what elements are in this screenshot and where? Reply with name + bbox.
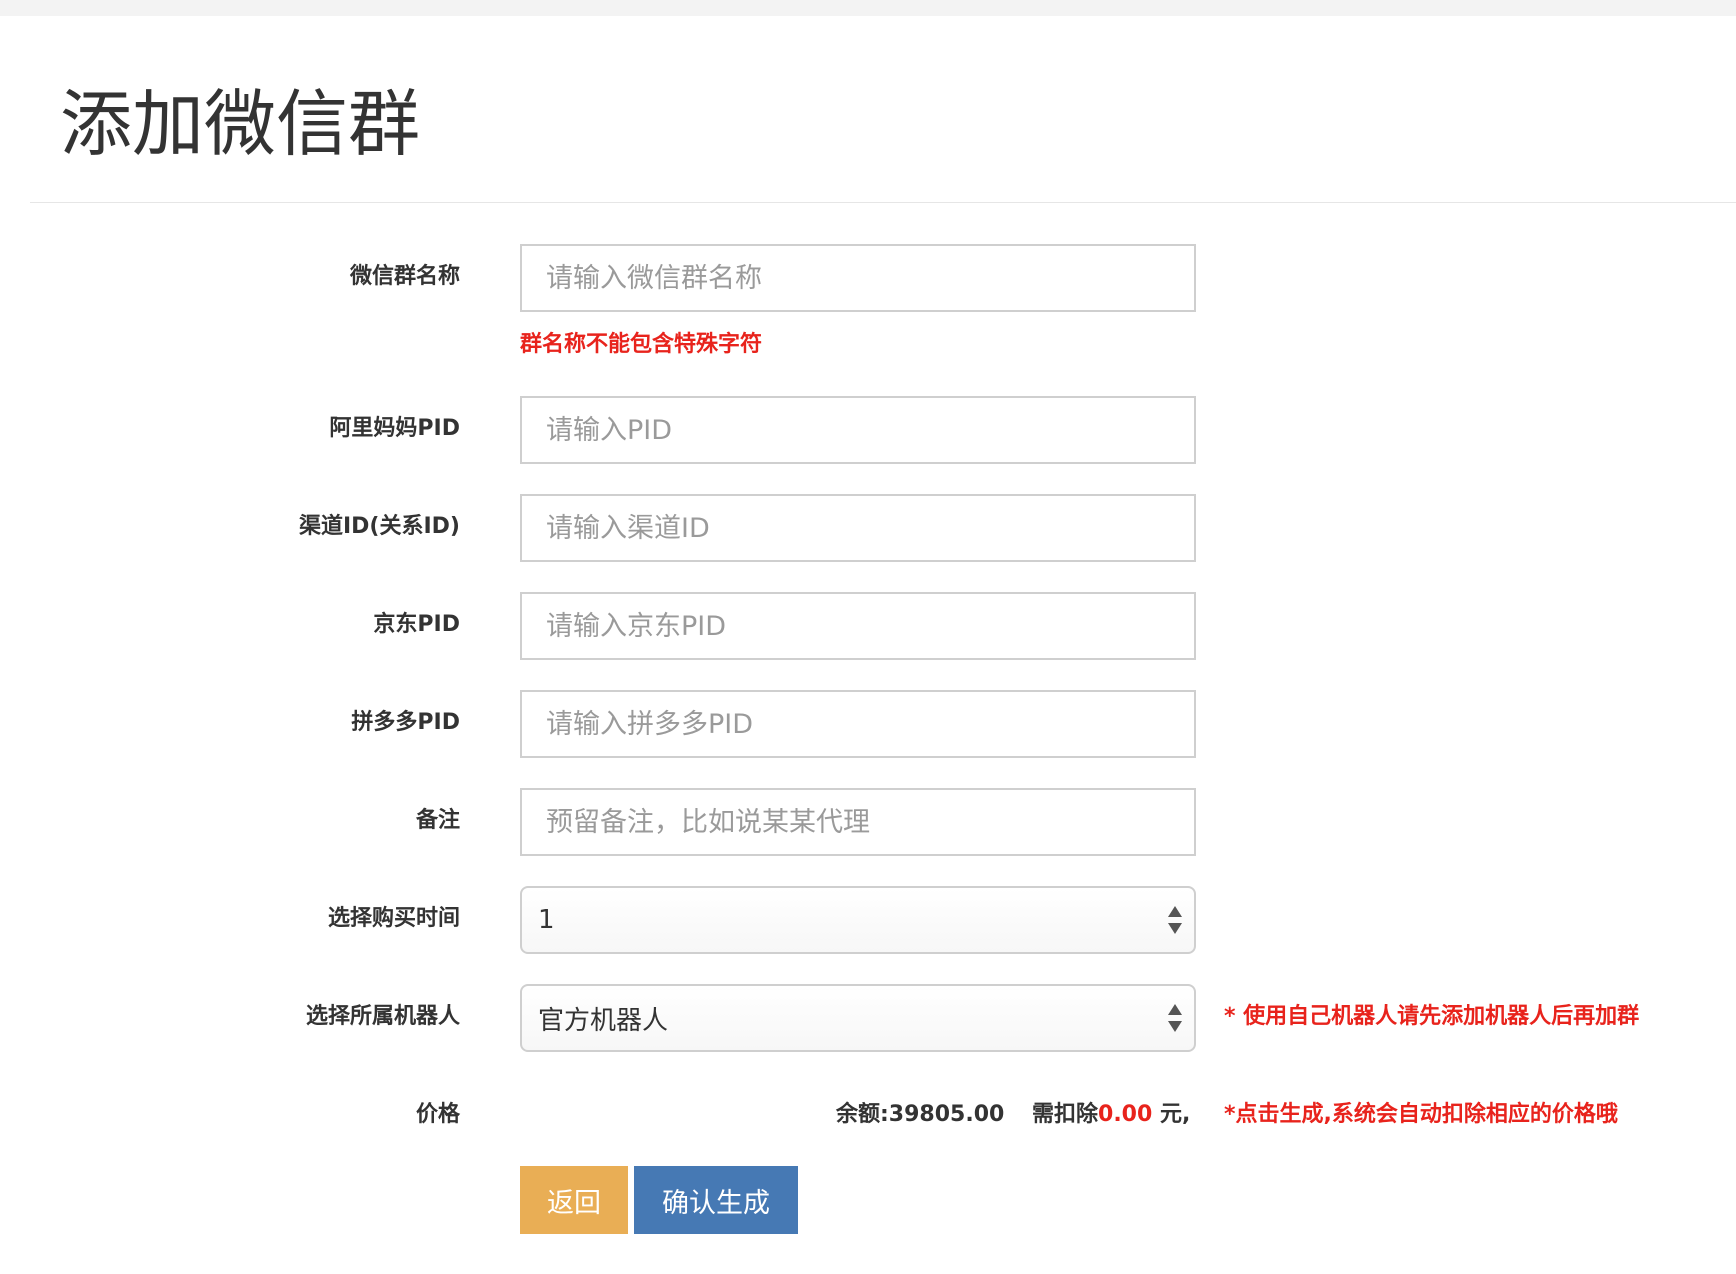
confirm-generate-button[interactable]: 确认生成 [634, 1166, 798, 1234]
deduct-text: 需扣除0.00 元, [1032, 1100, 1190, 1130]
top-bar [0, 0, 1736, 16]
title-divider [30, 202, 1736, 203]
channel-id-input[interactable] [520, 494, 1196, 562]
jd-pid-label: 京东PID [373, 612, 460, 637]
robot-select-value[interactable]: 官方机器人 [520, 984, 1196, 1052]
duration-select[interactable]: 1 [520, 886, 1196, 954]
robot-hint: * 使用自己机器人请先添加机器人后再加群 [1224, 1004, 1640, 1029]
duration-label: 选择购买时间 [327, 906, 460, 931]
select-arrows-icon [1168, 906, 1182, 934]
price-label: 价格 [415, 1102, 460, 1127]
balance-text: 余额:39805.00 [836, 1102, 1005, 1127]
deduct-prefix: 需扣除 [1032, 1102, 1099, 1127]
jd-pid-input[interactable] [520, 592, 1196, 660]
remark-input[interactable] [520, 788, 1196, 856]
group-name-hint: 群名称不能包含特殊字符 [520, 332, 763, 357]
group-name-input[interactable] [520, 244, 1196, 312]
pdd-pid-label: 拼多多PID [351, 710, 460, 735]
alimama-pid-input[interactable] [520, 396, 1196, 464]
pdd-pid-input[interactable] [520, 690, 1196, 758]
group-name-label: 微信群名称 [349, 264, 460, 289]
channel-id-label: 渠道ID(关系ID) [298, 514, 460, 539]
remark-label: 备注 [415, 808, 460, 833]
alimama-pid-label: 阿里妈妈PID [329, 416, 460, 441]
deduct-amount: 0.00 [1098, 1102, 1153, 1127]
page-title: 添加微信群 [60, 82, 421, 166]
duration-select-value[interactable]: 1 [520, 886, 1196, 954]
robot-label: 选择所属机器人 [305, 1004, 460, 1029]
select-arrows-icon [1168, 1004, 1182, 1032]
back-button[interactable]: 返回 [520, 1166, 628, 1234]
robot-select[interactable]: 官方机器人 [520, 984, 1196, 1052]
deduct-suffix: 元, [1152, 1102, 1191, 1127]
price-hint: *点击生成,系统会自动扣除相应的价格哦 [1224, 1102, 1618, 1127]
